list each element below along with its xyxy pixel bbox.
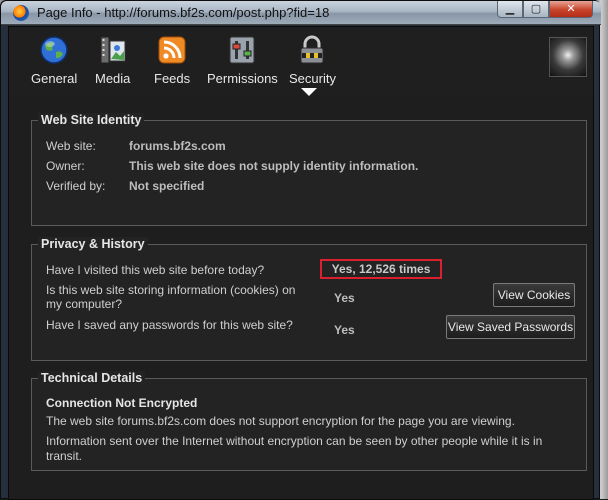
cookies-answer: Yes [334,291,355,305]
tab-security[interactable]: Security [289,35,336,86]
page-info-window: Page Info - http://forums.bf2s.com/post.… [0,0,601,500]
padlock-icon [297,35,327,65]
rss-feed-icon [157,35,187,65]
tab-general-label: General [31,71,78,86]
visited-answer: Yes, 12,526 times [320,259,442,279]
passwords-question: Have I saved any passwords for this web … [46,318,293,332]
privacy-section: Privacy & History Have I visited this we… [31,237,587,361]
theme-thumbnail-image [549,37,587,77]
tab-media[interactable]: Media [95,35,130,86]
technical-section: Technical Details Connection Not Encrypt… [31,371,587,471]
globe-icon [39,35,69,65]
view-cookies-button[interactable]: View Cookies [493,283,575,307]
owner-label: Owner: [46,159,85,173]
permissions-icon [227,35,257,65]
cookies-question-line1: Is this web site storing information (co… [46,283,296,297]
tab-feeds[interactable]: Feeds [154,35,190,86]
visited-question: Have I visited this web site before toda… [46,263,265,277]
owner-value: This web site does not supply identity i… [129,159,419,173]
tab-permissions-label: Permissions [207,71,278,86]
verified-label: Verified by: [46,179,106,193]
tab-security-label: Security [289,71,336,86]
tab-permissions[interactable]: Permissions [207,35,278,86]
tab-general[interactable]: General [31,35,77,86]
privacy-section-title: Privacy & History [38,237,148,251]
passwords-answer: Yes [334,323,355,337]
transit-warning-line1: Information sent over the Internet witho… [46,434,543,448]
dialog-content: General Media Feeds Permissions Security… [8,26,594,500]
media-icon [98,35,128,65]
view-saved-passwords-button[interactable]: View Saved Passwords [446,315,575,339]
website-value: forums.bf2s.com [129,139,226,153]
tab-feeds-label: Feeds [154,71,191,86]
tab-toolbar: General Media Feeds Permissions Security [9,27,593,96]
connection-status-heading: Connection Not Encrypted [46,396,198,410]
window-controls: ▁ ▢ ✕ [497,1,593,19]
identity-section: Web Site Identity Web site: forums.bf2s.… [31,113,587,226]
verified-value: Not specified [129,179,205,193]
minimize-button[interactable]: ▁ [497,1,523,18]
firefox-icon [13,5,29,21]
window-title: Page Info - http://forums.bf2s.com/post.… [37,5,330,20]
selected-tab-indicator [301,88,317,96]
technical-section-title: Technical Details [38,371,146,385]
transit-warning-line2: transit. [46,449,83,463]
maximize-button[interactable]: ▢ [523,1,549,18]
encryption-description: The web site forums.bf2s.com does not su… [46,414,515,428]
cookies-question-line2: my computer? [46,297,123,311]
website-label: Web site: [46,139,96,153]
tab-media-label: Media [95,71,131,86]
title-bar[interactable]: Page Info - http://forums.bf2s.com/post.… [1,1,601,25]
identity-section-title: Web Site Identity [38,113,145,127]
close-button[interactable]: ✕ [549,1,593,18]
